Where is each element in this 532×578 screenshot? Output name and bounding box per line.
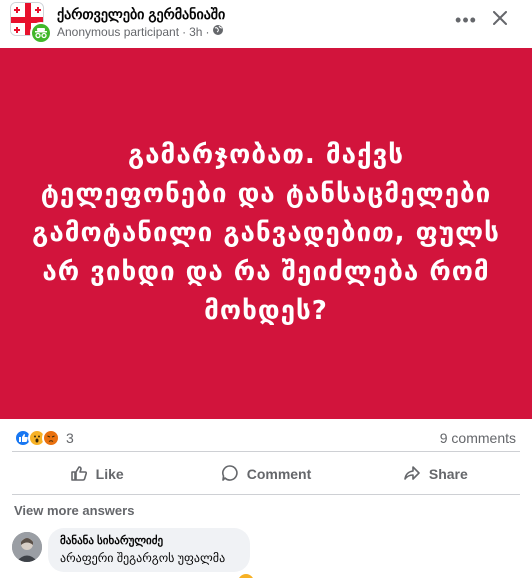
action-bar: Like Comment Share — [12, 456, 520, 492]
comment-button[interactable]: Comment — [181, 456, 350, 492]
thumbs-up-icon — [70, 464, 88, 485]
share-button[interactable]: Share — [351, 456, 520, 492]
group-name-link[interactable]: ქართველები გერმანიაში — [57, 6, 225, 23]
share-label: Share — [428, 466, 468, 482]
comments-count-link[interactable]: 9 comments — [440, 430, 516, 446]
avatar[interactable] — [12, 532, 42, 562]
like-label: Like — [95, 466, 124, 482]
post-text-background: გამარჯობათ. მაქვს ტელეფონები და ტანსაცმე… — [0, 48, 532, 419]
commenter-name[interactable]: მანანა სიხარულიძე — [60, 534, 238, 547]
meta-separator-2: · — [205, 24, 210, 39]
globe-icon — [212, 24, 224, 39]
anonymous-icon — [30, 22, 52, 44]
angry-icon — [42, 429, 60, 447]
more-options-button[interactable]: ••• — [452, 8, 480, 32]
post-meta: Anonymous participant · 3h · — [57, 24, 224, 39]
comment-reaction-icon[interactable] — [238, 574, 254, 578]
like-button[interactable]: Like — [12, 456, 181, 492]
author-name[interactable]: Anonymous participant — [57, 25, 179, 39]
meta-separator: · — [182, 24, 187, 39]
comment-label: Comment — [246, 466, 312, 482]
comment-text: არაფერი შეგარგოს უფალმა — [60, 551, 226, 565]
post-body-text: გამარჯობათ. მაქვს ტელეფონები და ტანსაცმე… — [32, 140, 500, 326]
divider — [12, 451, 520, 452]
view-more-answers-link[interactable]: View more answers — [14, 503, 134, 518]
divider-2 — [12, 494, 520, 495]
share-arrow-icon — [403, 464, 421, 485]
post-header: ქართველები გერმანიაში Anonymous particip… — [0, 0, 532, 48]
close-button[interactable] — [486, 6, 514, 34]
comment-bubble: მანანა სიხარულიძე არაფერი შეგარგოს უფალმ… — [48, 528, 250, 572]
comment-bubble-icon — [221, 464, 239, 485]
reaction-count: 3 — [66, 430, 74, 446]
group-avatar[interactable] — [10, 2, 52, 44]
close-icon — [493, 10, 507, 30]
reactions-summary[interactable]: 3 — [14, 428, 74, 448]
post-time[interactable]: 3h — [189, 25, 202, 39]
